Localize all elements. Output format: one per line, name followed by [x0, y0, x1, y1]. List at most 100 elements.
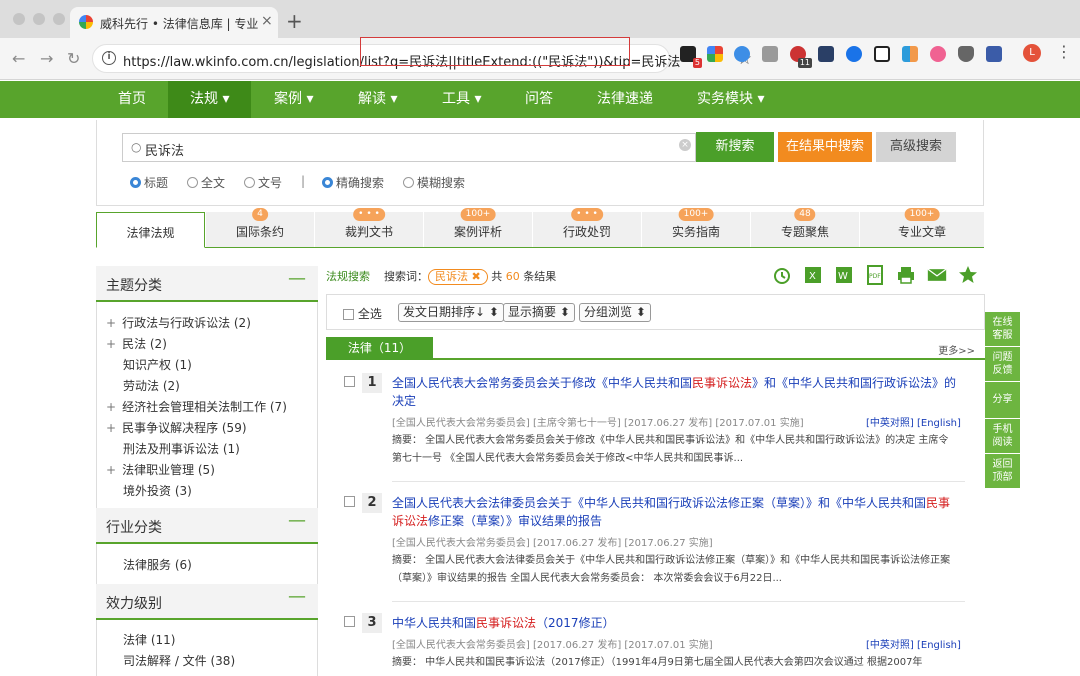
- result-language-links[interactable]: [中英对照] [English]: [866, 414, 961, 429]
- filter-item[interactable]: 法律 (11): [123, 631, 175, 648]
- extension-icon[interactable]: [958, 46, 974, 62]
- filter-item[interactable]: + 行政法与行政诉讼法 (2): [106, 314, 251, 331]
- filter-item[interactable]: 法律服务 (6): [123, 556, 192, 573]
- nav-legal-express[interactable]: 法律速递: [575, 81, 675, 118]
- extension-icon[interactable]: 11: [790, 46, 812, 68]
- filter-item[interactable]: + 民事争议解决程序 (59): [106, 419, 247, 436]
- extension-icon[interactable]: [846, 46, 862, 62]
- section-tab-laws[interactable]: 法律（11）: [326, 337, 433, 360]
- nav-practice-modules[interactable]: 实务模块 ▾: [675, 81, 786, 118]
- search-input[interactable]: ○ 民诉法 ×: [122, 133, 696, 162]
- exact-search-radio[interactable]: 精确搜索: [322, 174, 384, 191]
- scope-fulltext-radio[interactable]: 全文: [187, 174, 225, 191]
- nav-legislation[interactable]: 法规 ▾: [168, 81, 252, 118]
- tab-close-icon[interactable]: ×: [261, 13, 273, 29]
- result-title-link[interactable]: 全国人民代表大会常务委员会关于修改《中华人民共和国民事诉讼法》和《中华人民共和国…: [392, 374, 957, 410]
- expand-icon[interactable]: +: [106, 316, 116, 330]
- extension-icon[interactable]: [874, 46, 890, 62]
- result-checkbox[interactable]: [344, 496, 355, 507]
- result-checkbox[interactable]: [344, 376, 355, 387]
- fuzzy-search-radio[interactable]: 模糊搜索: [403, 174, 465, 191]
- filter-item[interactable]: + 民法 (2): [106, 335, 167, 352]
- sort-date-select[interactable]: 发文日期排序↓ ⬍: [398, 303, 504, 322]
- browser-menu-icon[interactable]: ⋮: [1056, 42, 1072, 61]
- more-link[interactable]: 更多>>: [938, 342, 975, 357]
- zoom-window-button[interactable]: [53, 13, 65, 25]
- expand-icon[interactable]: +: [106, 421, 116, 435]
- minimize-window-button[interactable]: [33, 13, 45, 25]
- group-browse-select[interactable]: 分组浏览 ⬍: [579, 303, 651, 322]
- extension-icon[interactable]: [762, 46, 778, 62]
- collapse-icon[interactable]: —: [288, 586, 306, 607]
- extension-icon[interactable]: [734, 46, 750, 62]
- word-export-icon[interactable]: W: [834, 265, 854, 285]
- tab-professional-articles[interactable]: 100+ 专业文章: [859, 208, 984, 247]
- select-all-checkbox[interactable]: 全选: [343, 305, 382, 322]
- site-info-icon[interactable]: i: [102, 51, 116, 65]
- back-icon[interactable]: ←: [12, 49, 25, 68]
- reload-icon[interactable]: ↻: [67, 49, 80, 68]
- clear-search-icon[interactable]: ×: [679, 139, 691, 151]
- extension-icon[interactable]: [930, 46, 946, 62]
- tab-laws-regulations[interactable]: 法律法规: [96, 212, 205, 248]
- nav-cases[interactable]: 案例 ▾: [252, 81, 335, 118]
- tab-judgments[interactable]: • • • 裁判文书: [314, 208, 423, 247]
- result-language-links[interactable]: [中英对照] [English]: [866, 636, 961, 651]
- nav-commentary[interactable]: 解读 ▾: [336, 81, 419, 118]
- tab-case-analysis[interactable]: 100+ 案例评析: [423, 208, 532, 247]
- extension-icon[interactable]: 5: [680, 46, 702, 68]
- expand-icon[interactable]: +: [106, 463, 116, 477]
- filter-item[interactable]: + 法律职业管理 (5): [106, 461, 215, 478]
- extension-icon[interactable]: [902, 46, 918, 62]
- extension-icon[interactable]: [818, 46, 834, 62]
- nav-tools[interactable]: 工具 ▾: [420, 81, 503, 118]
- new-search-button[interactable]: 新搜索: [696, 132, 774, 162]
- feedback-button[interactable]: 问题反馈: [985, 347, 1020, 381]
- new-tab-button[interactable]: +: [286, 9, 303, 33]
- mobile-read-button[interactable]: 手机阅读: [985, 419, 1020, 453]
- filter-item[interactable]: 刑法及刑事诉讼法 (1): [123, 440, 240, 457]
- pdf-export-icon[interactable]: PDF: [865, 265, 885, 285]
- online-support-button[interactable]: 在线客服: [985, 312, 1020, 346]
- profile-avatar[interactable]: L: [1023, 44, 1041, 62]
- summary-display-select[interactable]: 显示摘要 ⬍: [503, 303, 575, 322]
- extension-icon[interactable]: [986, 46, 1002, 62]
- expand-icon[interactable]: +: [106, 337, 116, 351]
- tab-administrative-penalties[interactable]: • • • 行政处罚: [532, 208, 641, 247]
- tab-practice-guides[interactable]: 100+ 实务指南: [641, 208, 750, 247]
- filter-item[interactable]: 劳动法 (2): [123, 377, 180, 394]
- filter-item[interactable]: 知识产权 (1): [123, 356, 192, 373]
- keyword-tag[interactable]: 民诉法 ✖: [428, 269, 488, 285]
- collapse-icon[interactable]: —: [288, 268, 306, 289]
- share-button[interactable]: 分享: [985, 382, 1020, 418]
- excel-export-icon[interactable]: X: [803, 265, 823, 285]
- breadcrumb[interactable]: 法规搜索: [326, 270, 370, 283]
- alarm-clock-icon[interactable]: [772, 265, 792, 285]
- forward-icon[interactable]: →: [40, 49, 53, 68]
- filter-item[interactable]: 司法解释 / 文件 (38): [123, 652, 235, 669]
- advanced-search-button[interactable]: 高级搜索: [876, 132, 956, 162]
- print-icon[interactable]: [896, 265, 916, 285]
- filter-item[interactable]: 境外投资 (3): [123, 482, 192, 499]
- close-window-button[interactable]: [13, 13, 25, 25]
- email-icon[interactable]: [927, 265, 947, 285]
- tab-topic-focus[interactable]: 48 专题聚焦: [750, 208, 859, 247]
- favorite-star-icon[interactable]: [958, 265, 978, 285]
- industry-category-header[interactable]: 行业分类 —: [96, 508, 318, 544]
- result-title-link[interactable]: 全国人民代表大会法律委员会关于《中华人民共和国行政诉讼法修正案（草案）》和《中华…: [392, 494, 957, 530]
- effect-level-header[interactable]: 效力级别 —: [96, 584, 318, 620]
- browser-tab[interactable]: 威科先行 • 法律信息库 | 专业的 ×: [70, 7, 278, 38]
- expand-icon[interactable]: +: [106, 400, 116, 414]
- filter-item[interactable]: + 经济社会管理相关法制工作 (7): [106, 398, 287, 415]
- scope-title-radio[interactable]: 标题: [130, 174, 168, 191]
- search-within-results-button[interactable]: 在结果中搜索: [778, 132, 872, 162]
- scope-docnum-radio[interactable]: 文号: [244, 174, 282, 191]
- back-to-top-button[interactable]: 返回顶部: [985, 454, 1020, 488]
- result-title-link[interactable]: 中华人民共和国民事诉讼法（2017修正）: [392, 614, 957, 632]
- nav-qa[interactable]: 问答: [503, 81, 575, 118]
- nav-home[interactable]: 首页: [96, 81, 168, 118]
- search-value[interactable]: 民诉法: [145, 140, 184, 159]
- result-checkbox[interactable]: [344, 616, 355, 627]
- topic-category-header[interactable]: 主题分类 —: [96, 266, 318, 302]
- tab-international-treaties[interactable]: 4 国际条约: [205, 208, 314, 247]
